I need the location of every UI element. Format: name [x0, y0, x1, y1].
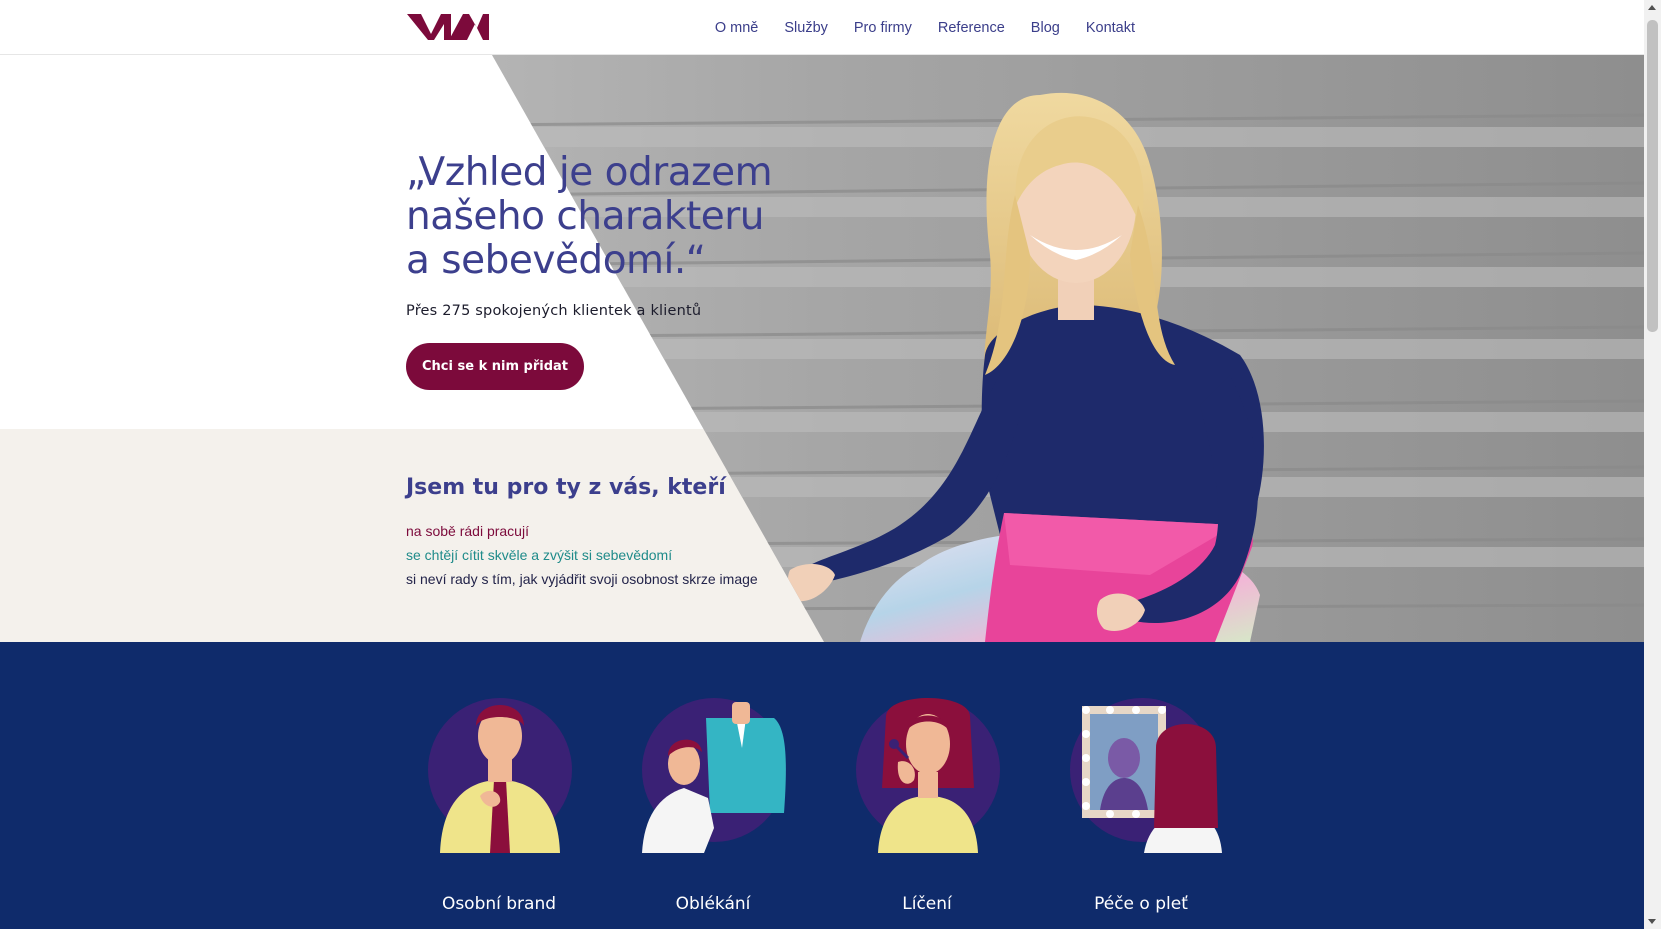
scroll-thumb[interactable]: [1647, 20, 1658, 332]
service-personal-brand[interactable]: Osobní brand: [392, 642, 606, 929]
site-header: O mně Služby Pro firmy Reference Blog Ko…: [0, 0, 1644, 55]
service-makeup[interactable]: Líčení: [820, 642, 1034, 929]
hero-section: „Vzhled je odrazem našeho charakteru a s…: [0, 55, 1644, 642]
nav-blog[interactable]: Blog: [1031, 20, 1060, 36]
main-nav: O mně Služby Pro firmy Reference Blog Ko…: [689, 0, 1135, 55]
dressing-icon: [642, 698, 786, 853]
service-label: Osobní brand: [441, 894, 557, 914]
service-label: Oblékání: [675, 894, 751, 914]
page-scrollbar[interactable]: [1644, 0, 1661, 929]
nav-reference[interactable]: Reference: [938, 20, 1005, 36]
hero-photo: [492, 55, 1644, 642]
scroll-up-icon[interactable]: [1648, 5, 1656, 10]
hero-title: „Vzhled je odrazem našeho charakteru a s…: [406, 151, 866, 283]
intro-line-1: na sobě rádi pracují: [406, 523, 529, 539]
hero-subtitle: Přes 275 spokojených klientek a klientů: [406, 303, 702, 319]
personal-brand-icon: [428, 698, 572, 853]
intro-line-2: se chtějí cítit skvěle a zvýšit si sebev…: [406, 547, 673, 563]
skincare-icon: [1070, 698, 1222, 853]
makeup-icon: [856, 698, 1000, 853]
nav-kontakt[interactable]: Kontakt: [1086, 20, 1135, 36]
hero-title-line-2: našeho charakteru: [406, 194, 765, 239]
service-label: Péče o pleť: [1094, 894, 1188, 914]
hero-title-line-1: „Vzhled je odrazem: [406, 150, 773, 195]
hero-title-line-3: a sebevědomí.“: [406, 238, 706, 283]
intro-title: Jsem tu pro ty z vás, kteří: [406, 475, 726, 500]
service-label: Líčení: [902, 894, 952, 914]
vm-logo[interactable]: [405, 10, 489, 44]
intro-line-3: si neví rady s tím, jak vyjádřit svoji o…: [406, 571, 758, 587]
scroll-down-icon[interactable]: [1648, 919, 1656, 924]
service-skincare[interactable]: Péče o pleť: [1034, 642, 1248, 929]
nav-o-mne[interactable]: O mně: [715, 20, 759, 36]
nav-sluzby[interactable]: Služby: [784, 20, 828, 36]
services-section: Osobní brand Oblékání Líčení Péče o pleť: [0, 642, 1644, 929]
join-button[interactable]: Chci se k nim přidat: [406, 343, 584, 390]
service-dressing[interactable]: Oblékání: [606, 642, 820, 929]
nav-pro-firmy[interactable]: Pro firmy: [854, 20, 912, 36]
